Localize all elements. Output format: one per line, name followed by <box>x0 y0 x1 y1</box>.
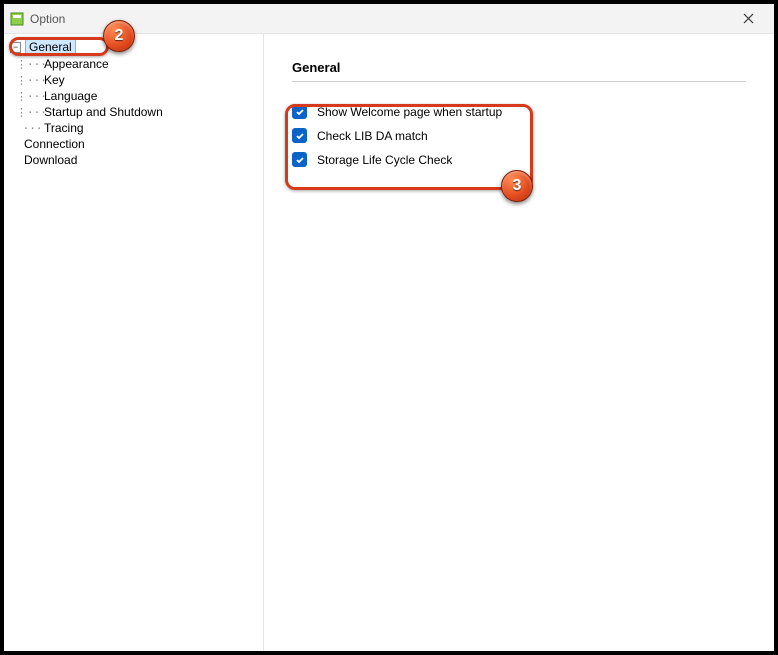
tree-label: Key <box>44 73 65 87</box>
tree-label: Language <box>44 89 97 103</box>
tree-item-startup[interactable]: ⋮··· Startup and Shutdown <box>8 104 259 120</box>
option-label: Storage Life Cycle Check <box>317 153 452 167</box>
tree-item-key[interactable]: ⋮··· Key <box>8 72 259 88</box>
tree-item-general[interactable]: − General <box>8 38 259 56</box>
divider <box>292 81 746 82</box>
tree-branch-icon: ⋮··· <box>16 58 44 71</box>
option-label: Show Welcome page when startup <box>317 105 502 119</box>
option-storage-life[interactable]: Storage Life Cycle Check <box>292 152 746 167</box>
option-label: Check LIB DA match <box>317 129 428 143</box>
tree-branch-icon: ··· <box>16 122 44 135</box>
window-title: Option <box>30 12 65 26</box>
tree-item-language[interactable]: ⋮··· Language <box>8 88 259 104</box>
close-icon <box>743 13 754 24</box>
nav-tree: − General ⋮··· Appearance ⋮··· Key ⋮··· … <box>4 34 264 651</box>
tree-label-general: General <box>25 39 76 55</box>
checkmark-icon <box>295 107 305 117</box>
tree-item-appearance[interactable]: ⋮··· Appearance <box>8 56 259 72</box>
tree-label: Tracing <box>44 121 84 135</box>
close-button[interactable] <box>728 4 768 33</box>
tree-branch-icon: ⋮··· <box>16 106 44 119</box>
option-check-libda[interactable]: Check LIB DA match <box>292 128 746 143</box>
checkmark-icon <box>295 131 305 141</box>
tree-item-connection[interactable]: Connection <box>8 136 259 152</box>
tree-branch-icon: ⋮··· <box>16 90 44 103</box>
option-dialog: Option − General ⋮··· Appearance ⋮··· Ke… <box>0 0 778 655</box>
tree-label: Appearance <box>44 57 109 71</box>
tree-label: Connection <box>24 137 85 151</box>
tree-branch-icon: ⋮··· <box>16 74 44 87</box>
tree-item-download[interactable]: Download <box>8 152 259 168</box>
titlebar: Option <box>4 4 774 34</box>
checkbox[interactable] <box>292 128 307 143</box>
checkbox[interactable] <box>292 104 307 119</box>
settings-panel: General Show Welcome page when startup C… <box>264 34 774 651</box>
tree-label: Startup and Shutdown <box>44 105 163 119</box>
panel-heading: General <box>292 60 746 75</box>
option-show-welcome[interactable]: Show Welcome page when startup <box>292 104 746 119</box>
tree-item-tracing[interactable]: ··· Tracing <box>8 120 259 136</box>
checkbox[interactable] <box>292 152 307 167</box>
app-icon <box>10 12 24 26</box>
collapse-icon[interactable]: − <box>10 42 21 53</box>
checkmark-icon <box>295 155 305 165</box>
tree-label: Download <box>24 153 77 167</box>
